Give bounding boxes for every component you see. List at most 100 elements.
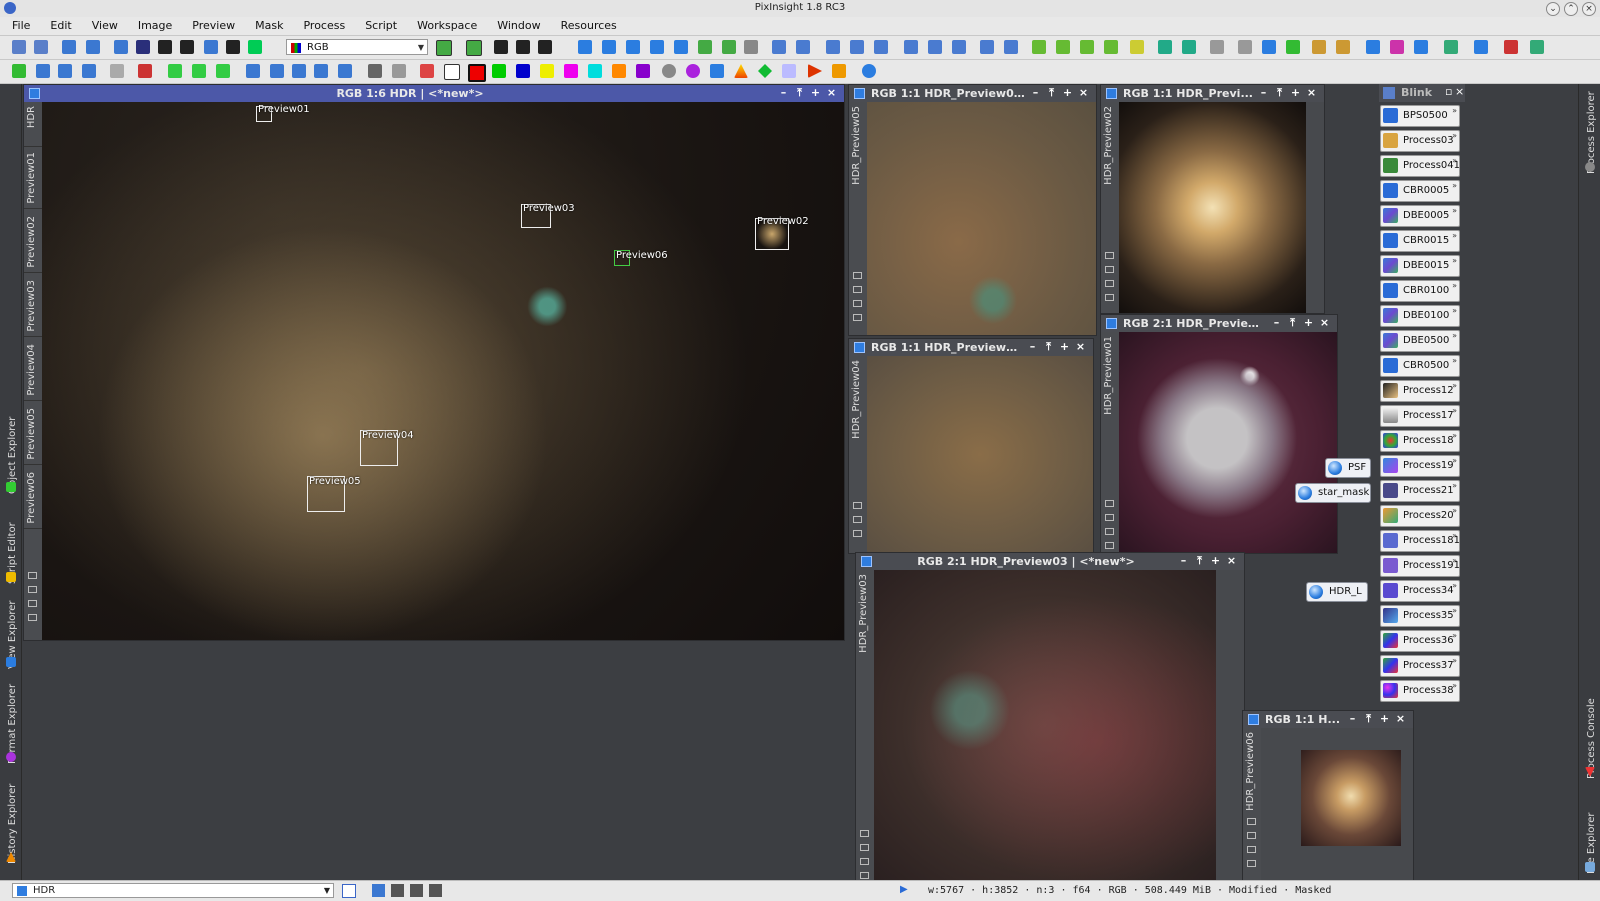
lrgb-icon[interactable] xyxy=(216,64,230,78)
expand-icon[interactable] xyxy=(1262,40,1276,54)
icon-cbr0015[interactable]: CBR0015» xyxy=(1380,230,1460,252)
close-window-icon[interactable]: × xyxy=(1077,86,1090,100)
link-view-icon[interactable] xyxy=(1247,846,1256,853)
link-view-icon[interactable] xyxy=(28,600,37,607)
mask-invert-icon[interactable] xyxy=(1056,40,1070,54)
histogram-icon[interactable] xyxy=(248,40,262,54)
link-view-icon[interactable] xyxy=(1105,280,1114,287)
close-window-icon[interactable]: × xyxy=(1305,86,1318,100)
menu-view[interactable]: View xyxy=(80,17,126,32)
grid-view-icon[interactable] xyxy=(1105,542,1114,549)
preview03-image[interactable] xyxy=(874,570,1216,881)
preview05-window[interactable]: RGB 1:1 HDR_Preview05... – ⤒ + × HDR_Previe… xyxy=(848,84,1097,336)
channel-extract-icon[interactable] xyxy=(168,64,182,78)
close-window-icon[interactable]: × xyxy=(1225,554,1238,568)
shade-icon[interactable]: – xyxy=(777,86,790,100)
tab-preview03[interactable]: Preview03 xyxy=(24,276,42,337)
invert-icon[interactable] xyxy=(368,64,382,78)
preview06-window[interactable]: RGB 1:1 H... – ⤒ + × HDR_Preview06 xyxy=(1242,710,1414,882)
preview02-image[interactable] xyxy=(1119,102,1306,313)
iconize-icon[interactable]: ⤒ xyxy=(1042,340,1055,354)
tab-preview02[interactable]: Preview02 xyxy=(24,212,42,273)
maximize-window-icon[interactable]: + xyxy=(1302,316,1315,330)
display-mode-rgb-icon[interactable] xyxy=(372,884,385,897)
icon-cbr0500[interactable]: CBR0500» xyxy=(1380,355,1460,377)
pin-icon[interactable] xyxy=(1247,818,1256,825)
cylinder-icon[interactable] xyxy=(782,64,796,78)
zoom-out-icon[interactable] xyxy=(674,40,688,54)
menu-preview[interactable]: Preview xyxy=(180,17,243,32)
icon-process38[interactable]: Process38» xyxy=(1380,680,1460,702)
orange-icon[interactable] xyxy=(612,64,626,78)
menu-image[interactable]: Image xyxy=(126,17,180,32)
window-cascade-icon[interactable] xyxy=(538,40,552,54)
menu-process[interactable]: Process xyxy=(291,17,353,32)
preview05-window-titlebar[interactable]: RGB 1:1 HDR_Preview05... – ⤒ + × xyxy=(849,85,1096,102)
window-icon[interactable] xyxy=(494,40,508,54)
mask-select-icon[interactable] xyxy=(1130,40,1144,54)
redo-icon[interactable] xyxy=(34,40,48,54)
preview03-window-titlebar[interactable]: RGB 2:1 HDR_Preview03 | <*new*> – ⤒ + × xyxy=(856,553,1244,570)
close-icon[interactable]: × xyxy=(1582,2,1596,16)
maximize-window-icon[interactable]: + xyxy=(809,86,822,100)
icon-process191[interactable]: Process191» xyxy=(1380,555,1460,577)
icon-cbr0005[interactable]: CBR0005» xyxy=(1380,180,1460,202)
icon-dbe0015[interactable]: DBE0015» xyxy=(1380,255,1460,277)
channel-select[interactable]: RGB ▼ xyxy=(286,39,428,55)
icon-process37[interactable]: Process37» xyxy=(1380,655,1460,677)
icon-bps0500[interactable]: BPS0500 » xyxy=(1380,105,1460,127)
flip-h-icon[interactable] xyxy=(314,64,328,78)
hdr-l-process-icon[interactable]: HDR_L xyxy=(1306,582,1368,602)
export-icon[interactable] xyxy=(1286,40,1300,54)
integer-resample-icon[interactable] xyxy=(82,64,96,78)
main-image-window[interactable]: RGB 1:6 HDR | <*new*> – ⤒ + × HDR Preview01… xyxy=(23,84,845,641)
stf-reset-icon[interactable] xyxy=(1390,40,1404,54)
lock-view-icon[interactable] xyxy=(1105,266,1114,273)
display-mode-r-icon[interactable] xyxy=(391,884,404,897)
iconize-icon[interactable]: ⤒ xyxy=(1362,712,1375,726)
main-window-titlebar[interactable]: RGB 1:6 HDR | <*new*> – ⤒ + × xyxy=(24,85,844,102)
minimize-icon[interactable]: ⌄ xyxy=(1546,2,1560,16)
frame-icon[interactable] xyxy=(980,40,994,54)
settings-icon[interactable] xyxy=(1312,40,1326,54)
sphere-icon[interactable] xyxy=(686,64,700,78)
play-icon[interactable]: ▶ xyxy=(900,884,908,895)
menu-file[interactable]: File xyxy=(0,17,38,32)
edit-preview-icon[interactable] xyxy=(722,40,736,54)
refresh-icon[interactable] xyxy=(862,64,876,78)
preview01-image[interactable] xyxy=(1119,332,1337,553)
rotate-icon[interactable] xyxy=(110,64,124,78)
preview01-window[interactable]: RGB 2:1 HDR_Preview... – ⤒ + × HDR_Preview0… xyxy=(1100,314,1338,554)
close-window-icon[interactable]: × xyxy=(1394,712,1407,726)
screen-2-icon[interactable] xyxy=(1182,40,1196,54)
icon-process36[interactable]: Process36» xyxy=(1380,630,1460,652)
close-window-icon[interactable]: × xyxy=(1318,316,1331,330)
icon-process12[interactable]: Process12» xyxy=(1380,380,1460,402)
fit-height-icon[interactable] xyxy=(874,40,888,54)
link-view-icon[interactable] xyxy=(860,858,869,865)
link-icon[interactable] xyxy=(1238,40,1252,54)
icon-process18[interactable]: Process18» xyxy=(1380,430,1460,452)
preview06-window-titlebar[interactable]: RGB 1:1 H... – ⤒ + × xyxy=(1243,711,1413,728)
new-preview-icon[interactable] xyxy=(698,40,712,54)
tab-preview04[interactable]: Preview04 xyxy=(24,340,42,401)
grid-view-icon[interactable] xyxy=(1105,294,1114,301)
zoom-fit-icon[interactable] xyxy=(602,40,616,54)
link-view-icon[interactable] xyxy=(853,530,862,537)
frame-2-icon[interactable] xyxy=(1004,40,1018,54)
link-view-icon[interactable] xyxy=(1105,528,1114,535)
shade-icon[interactable]: – xyxy=(1270,316,1283,330)
gear-icon[interactable] xyxy=(662,64,676,78)
icon-dbe0005[interactable]: DBE0005» xyxy=(1380,205,1460,227)
close-window-icon[interactable]: × xyxy=(1074,340,1087,354)
tab-process-explorer[interactable]: Process Explorer xyxy=(1580,84,1599,174)
blink-window[interactable]: Blink ▫ × xyxy=(1379,84,1465,102)
preview02-window-titlebar[interactable]: RGB 1:1 HDR_Previ... – ⤒ + × xyxy=(1101,85,1324,102)
shade-icon[interactable]: – xyxy=(1346,712,1359,726)
pin-icon[interactable] xyxy=(853,502,862,509)
maximize-window-icon[interactable]: + xyxy=(1378,712,1391,726)
undo-icon[interactable] xyxy=(12,40,26,54)
new-image-icon[interactable] xyxy=(62,40,76,54)
flip-v-icon[interactable] xyxy=(338,64,352,78)
icon-process181[interactable]: Process181» xyxy=(1380,530,1460,552)
